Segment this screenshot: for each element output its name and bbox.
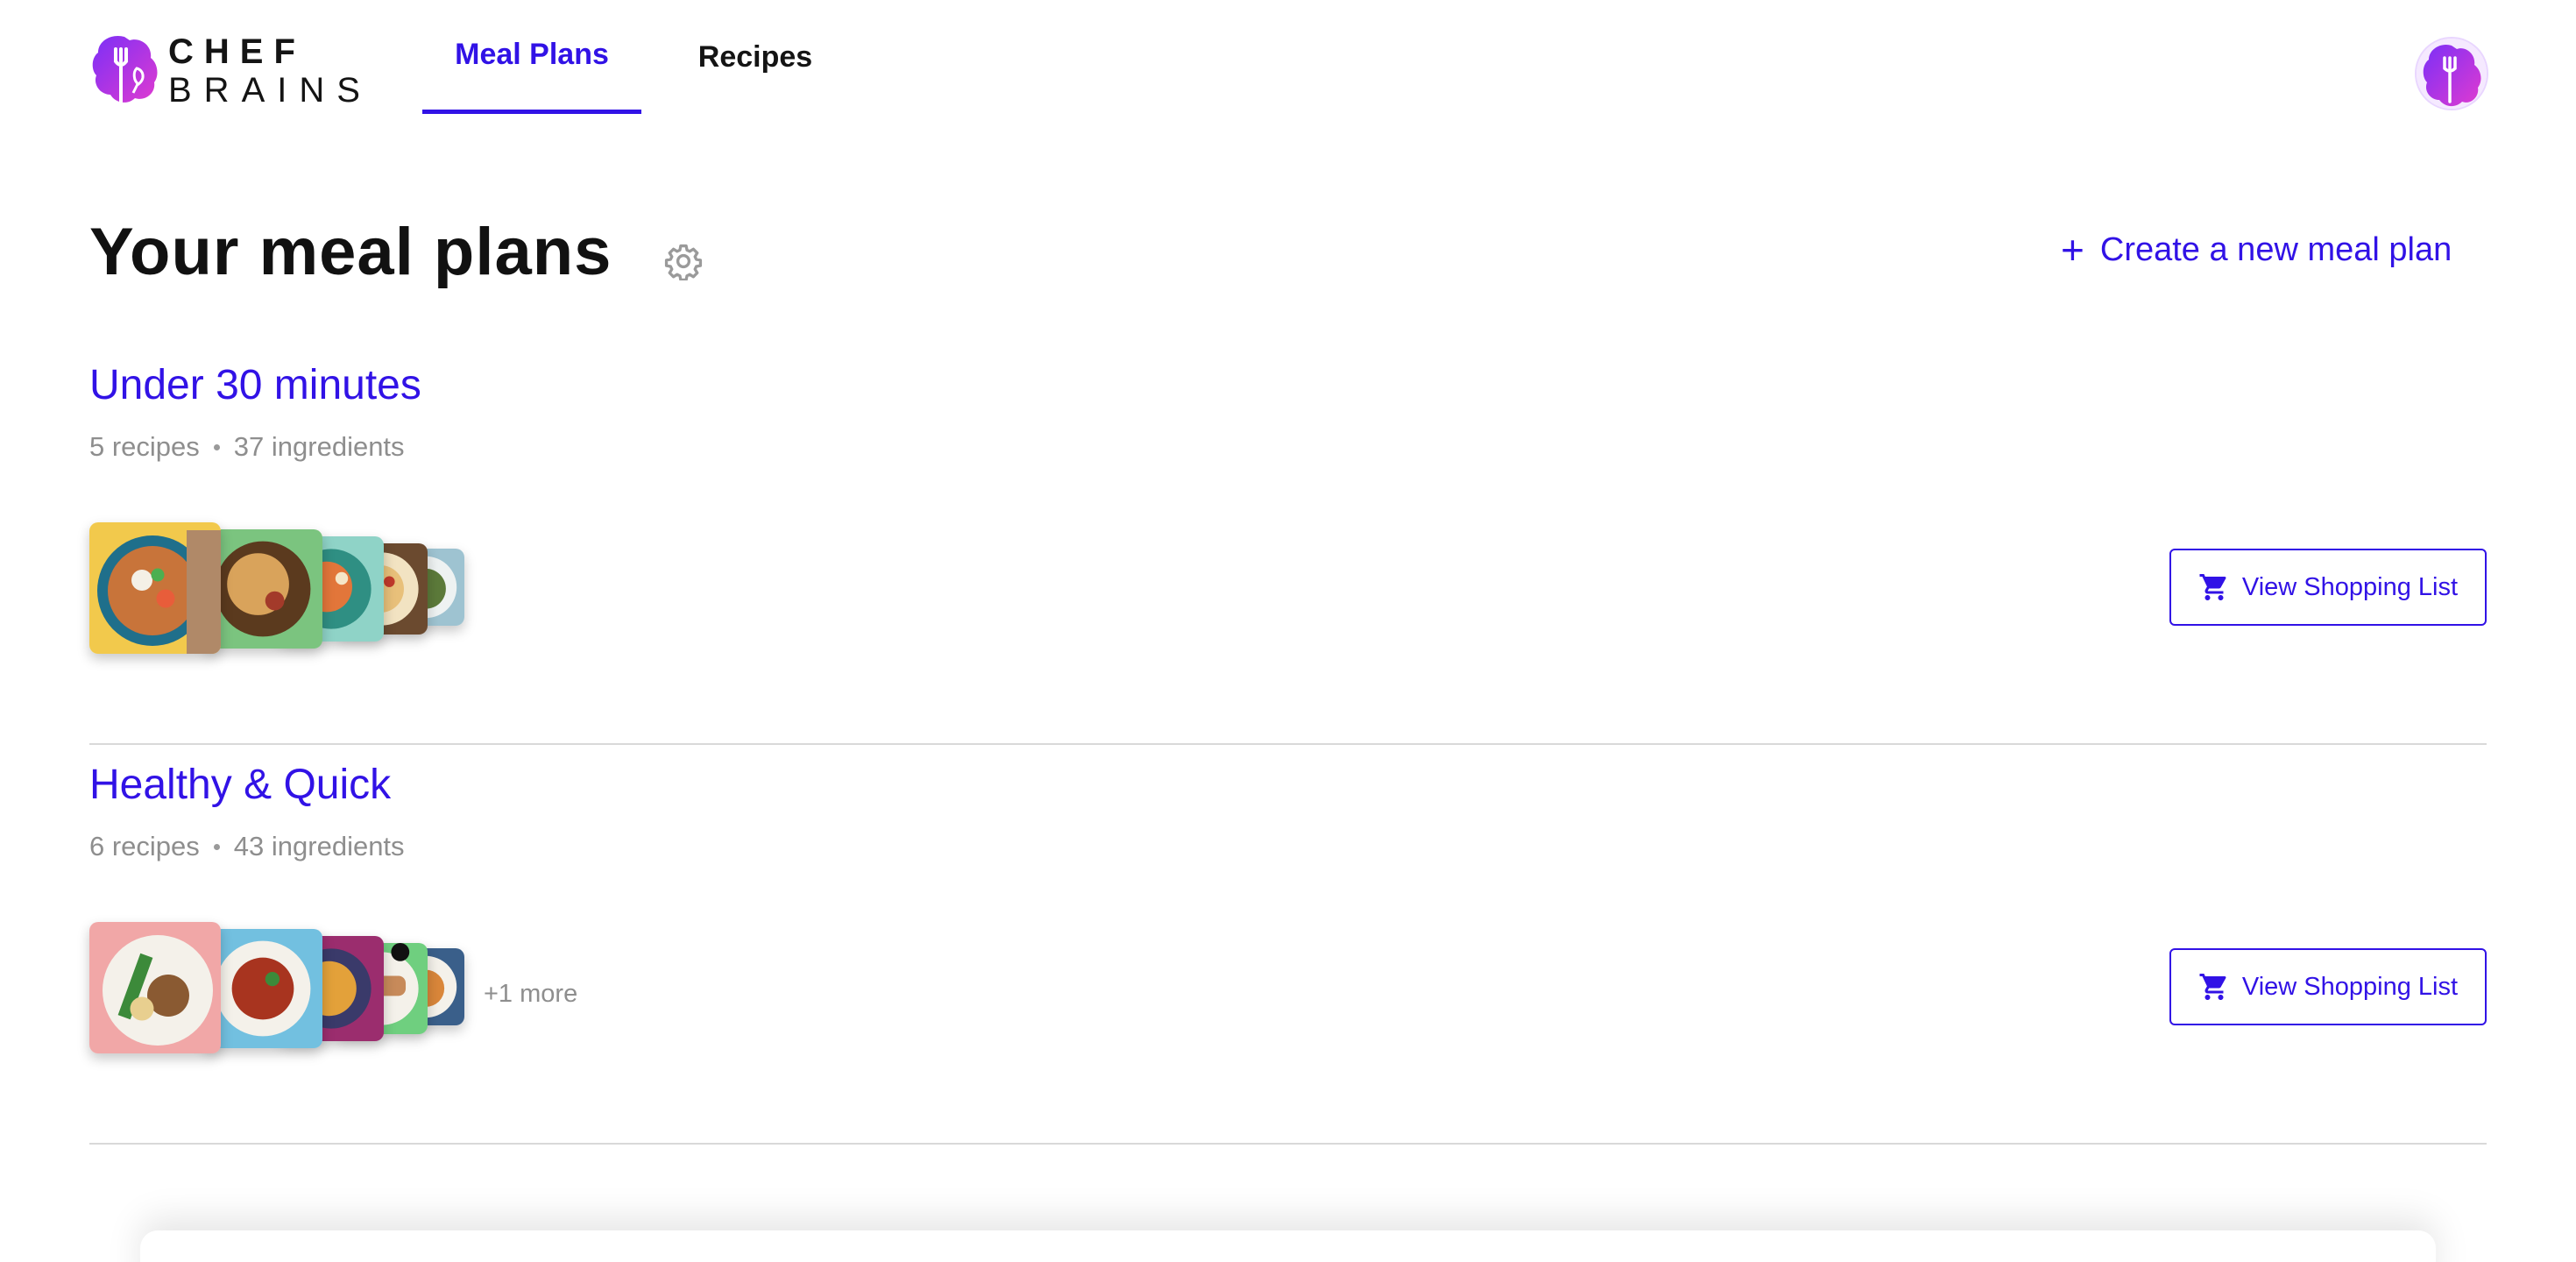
view-shopping-list-button[interactable]: View Shopping List bbox=[2169, 549, 2487, 626]
meal-plan-card: Healthy & Quick 6 recipes 43 ingredients… bbox=[89, 750, 2487, 1145]
shopping-cart-icon bbox=[2199, 974, 2226, 1000]
recipe-thumbnail[interactable] bbox=[203, 929, 322, 1048]
create-meal-plan-label: Create a new meal plan bbox=[2099, 230, 2452, 268]
meal-plan-card: Under 30 minutes 5 recipes 37 ingredient… bbox=[89, 351, 2487, 745]
more-recipes-label[interactable]: +1 more bbox=[484, 980, 577, 1009]
recipe-count: 5 recipes bbox=[89, 431, 200, 462]
logo-line-1: CHEF bbox=[168, 32, 306, 71]
tab-meal-plans[interactable]: Meal Plans bbox=[422, 0, 641, 114]
logo-line-2: BRAINS bbox=[168, 71, 372, 110]
recipe-count: 6 recipes bbox=[89, 831, 200, 861]
create-meal-plan-link[interactable]: + Create a new meal plan bbox=[2061, 230, 2452, 270]
meal-plan-name[interactable]: Under 30 minutes bbox=[89, 361, 421, 409]
meal-plans-page: CHEF BRAINS Meal Plans Recipes Your meal… bbox=[0, 0, 2576, 1262]
ingredient-count: 43 ingredients bbox=[233, 831, 405, 861]
meal-plan-name[interactable]: Healthy & Quick bbox=[89, 761, 391, 809]
recipe-thumbnail[interactable] bbox=[89, 522, 221, 654]
meta-separator-dot bbox=[213, 443, 220, 450]
view-shopping-list-button[interactable]: View Shopping List bbox=[2169, 948, 2487, 1025]
logo-wordmark: CHEF BRAINS bbox=[168, 34, 372, 108]
view-shopping-list-label: View Shopping List bbox=[2241, 972, 2459, 1001]
main-nav: Meal Plans Recipes bbox=[422, 0, 869, 114]
ingredient-count: 37 ingredients bbox=[233, 431, 405, 462]
meta-separator-dot bbox=[213, 843, 220, 850]
gear-icon[interactable] bbox=[664, 242, 703, 280]
top-header: CHEF BRAINS Meal Plans Recipes bbox=[0, 0, 2576, 149]
plus-icon: + bbox=[2061, 227, 2084, 273]
recipe-thumbnail[interactable] bbox=[203, 529, 322, 649]
brain-fork-logo-icon bbox=[92, 35, 158, 103]
tab-recipes[interactable]: Recipes bbox=[641, 0, 869, 114]
user-avatar[interactable] bbox=[2417, 39, 2487, 109]
page-title: Your meal plans bbox=[89, 215, 612, 289]
meal-plan-meta: 6 recipes 43 ingredients bbox=[89, 831, 405, 862]
view-shopping-list-label: View Shopping List bbox=[2241, 572, 2459, 601]
recipe-thumbnails bbox=[89, 922, 466, 1062]
bottom-panel bbox=[140, 1230, 2436, 1262]
meal-plan-meta: 5 recipes 37 ingredients bbox=[89, 431, 405, 463]
shopping-cart-icon bbox=[2199, 574, 2226, 600]
avatar-brain-icon bbox=[2417, 39, 2487, 109]
recipe-thumbnails bbox=[89, 522, 466, 663]
recipe-thumbnail[interactable] bbox=[89, 922, 221, 1053]
chef-brains-logo[interactable]: CHEF BRAINS bbox=[89, 32, 372, 110]
